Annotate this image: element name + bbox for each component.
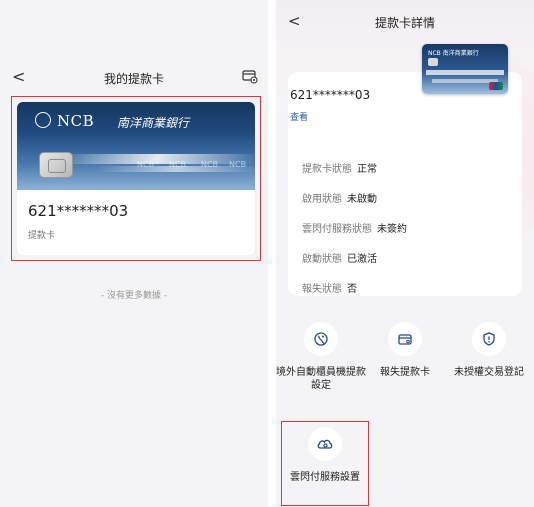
card-watermark: NCB <box>201 160 219 169</box>
status-label: 報失狀態 <box>302 283 342 295</box>
status-label: 雲閃付服務狀態 <box>302 223 372 235</box>
status-value: 已激活 <box>347 253 377 265</box>
card-shine <box>432 79 498 83</box>
status-row-activated: 啟動狀態 已激活 <box>302 242 517 272</box>
unionpay-logo-icon <box>489 82 503 90</box>
card-chip-icon <box>428 58 438 66</box>
cloud-pay-icon <box>308 427 342 461</box>
card-shine <box>55 154 255 164</box>
page-title: 提款卡詳情 <box>374 16 435 30</box>
card-settings-icon[interactable] <box>242 68 258 84</box>
overseas-atm-setting-button[interactable]: 境外自動櫃員機提款設定 <box>276 322 366 392</box>
status-label: 啟動狀態 <box>302 253 342 265</box>
card-watermark: NCB <box>229 160 247 169</box>
card-thumbnail-brand: NCB 南洋商業銀行 <box>428 50 479 57</box>
debit-card-item[interactable]: NCB 南洋商業銀行 NCB NCB NCB NCB 621*******03 … <box>17 102 255 255</box>
status-label: 提款卡狀態 <box>302 163 352 175</box>
status-label: 啟用狀態 <box>302 193 342 205</box>
action-label: 雲閃付服務設置 <box>290 472 360 483</box>
card-brand-cn: 南洋商業銀行 <box>117 116 190 130</box>
quick-actions: 境外自動櫃員機提款設定 報失提款卡 未授權交易登記 <box>276 322 534 402</box>
card-chip-icon <box>39 152 73 178</box>
card-watermark: NCB <box>169 160 187 169</box>
card-number: 621*******03 <box>28 202 129 220</box>
card-number: 621*******03 <box>290 88 371 102</box>
status-value: 否 <box>347 283 357 295</box>
status-row-lost: 報失狀態 否 <box>302 272 517 302</box>
action-label: 境外自動櫃員機提款設定 <box>276 367 366 391</box>
page-title: 我的提款卡 <box>103 72 164 86</box>
cloud-pay-settings-button[interactable]: 雲閃付服務設置 <box>281 427 369 484</box>
card-detail-screen: < 提款卡詳情 NCB 南洋商業銀行 621*******03 查看 提款卡狀態… <box>276 0 534 507</box>
report-lost-card-button[interactable]: 報失提款卡 <box>360 322 450 379</box>
card-watermark: NCB <box>137 160 155 169</box>
status-row-card: 提款卡狀態 正常 <box>302 152 517 182</box>
action-label: 報失提款卡 <box>380 367 430 378</box>
shield-alert-icon <box>472 322 506 356</box>
card-list-screen: < 我的提款卡 NCB 南洋商業銀行 NCB NCB NCB NCB 621**… <box>0 0 268 507</box>
card-image: NCB 南洋商業銀行 NCB NCB NCB NCB <box>17 102 255 190</box>
status-value: 未簽約 <box>377 223 407 235</box>
status-row-activation: 啟用狀態 未啟動 <box>302 182 517 212</box>
status-value: 未啟動 <box>347 193 377 205</box>
no-more-data-text: - 沒有更多數據 - <box>100 291 168 301</box>
action-label: 未授權交易登記 <box>454 367 524 378</box>
status-row-cloud-pay: 雲閃付服務狀態 未簽約 <box>302 212 517 242</box>
card-thumbnail: NCB 南洋商業銀行 <box>422 44 508 94</box>
card-type-label: 提款卡 <box>28 231 56 241</box>
atm-globe-icon <box>304 322 338 356</box>
unauthorized-transaction-button[interactable]: 未授權交易登記 <box>444 322 534 379</box>
top-bar: < 我的提款卡 <box>0 60 268 96</box>
card-shine <box>426 70 504 75</box>
ncb-logo-icon <box>35 112 51 128</box>
status-value: 正常 <box>357 163 377 175</box>
card-icon <box>388 322 422 356</box>
card-status-list: 提款卡狀態 正常 啟用狀態 未啟動 雲閃付服務狀態 未簽約 啟動狀態 已激活 報… <box>302 152 517 302</box>
view-card-link[interactable]: 查看 <box>290 110 308 123</box>
card-brand: NCB <box>57 112 95 130</box>
